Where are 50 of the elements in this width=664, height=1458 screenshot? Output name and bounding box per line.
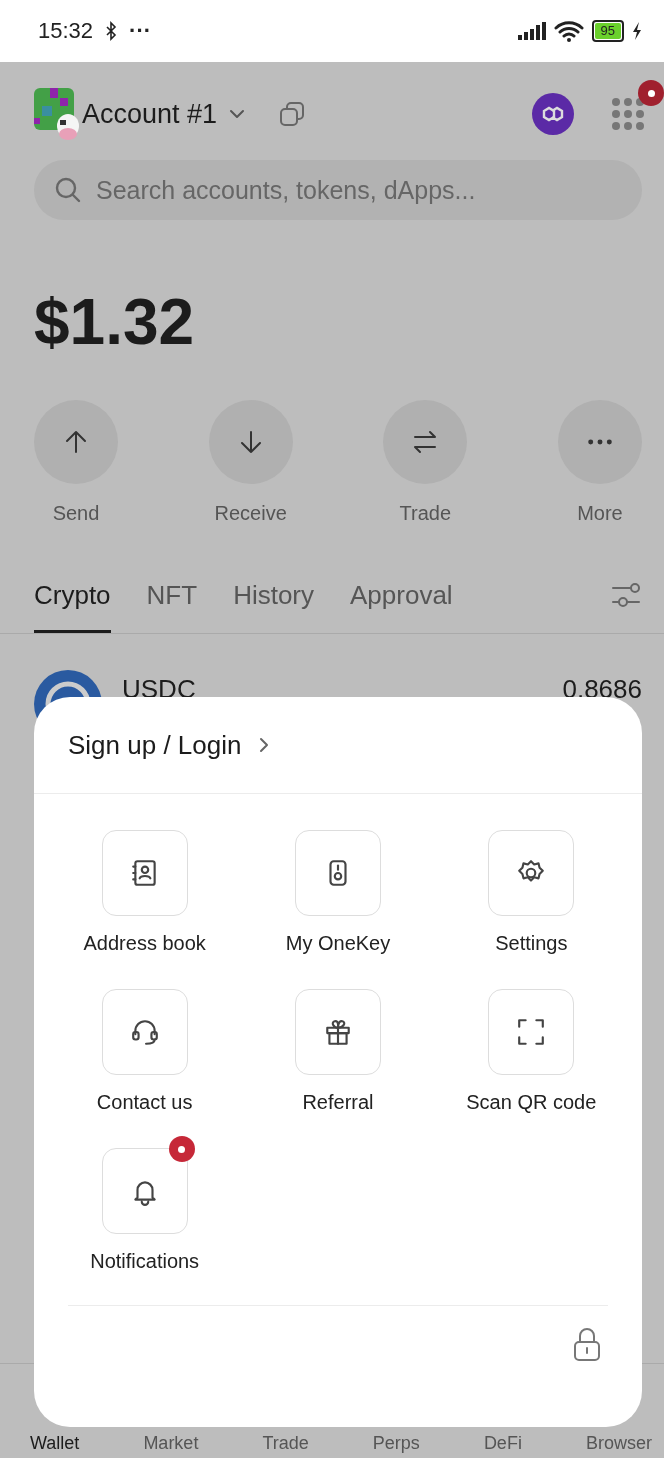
wifi-icon: [553, 20, 584, 42]
account-name[interactable]: Account #1: [82, 98, 218, 130]
menu-tile[interactable]: [295, 989, 381, 1075]
menu-label: Referral: [302, 1091, 374, 1114]
menu-label: My OneKey: [285, 932, 391, 955]
menu-label: Address book: [83, 932, 206, 955]
nav-tab[interactable]: Market: [143, 1433, 199, 1454]
search-field[interactable]: Search accounts, tokens, dApps...: [34, 160, 642, 220]
menu-label: Contact us: [96, 1091, 193, 1114]
balance-amount: $1.32: [34, 285, 196, 360]
menu-label: Scan QR code: [466, 1091, 597, 1114]
tab[interactable]: NFT: [146, 557, 198, 633]
nav-tab[interactable]: DeFi: [483, 1433, 522, 1454]
tab[interactable]: Crypto: [34, 557, 111, 633]
gift-icon: [323, 1017, 353, 1047]
copy-icon[interactable]: [279, 101, 306, 127]
action-label: Receive: [214, 502, 287, 525]
menu-tile[interactable]: [488, 830, 575, 916]
tab[interactable]: Approval: [350, 557, 453, 633]
chevron-down-icon[interactable]: [229, 109, 246, 119]
nav-tab[interactable]: Perps: [372, 1433, 420, 1454]
search-icon: [54, 176, 82, 204]
apps-grid-icon[interactable]: [612, 98, 644, 130]
bluetooth-icon: [105, 21, 118, 41]
tab[interactable]: History: [233, 557, 315, 633]
nav-tab[interactable]: Browser: [585, 1433, 652, 1454]
account-avatar[interactable]: [34, 88, 80, 140]
action-label: Trade: [399, 502, 452, 525]
action-label: More: [577, 502, 623, 525]
charging-icon: [632, 22, 642, 40]
more-indicator: ···: [129, 18, 152, 44]
lock-icon[interactable]: [572, 1326, 602, 1362]
scan-icon: [516, 1017, 547, 1047]
menu-tile[interactable]: [488, 989, 575, 1075]
clock-time: 15:32: [38, 18, 94, 44]
network-icon[interactable]: [532, 93, 574, 135]
action-label: Send: [52, 502, 100, 525]
menu-tile[interactable]: [295, 830, 381, 916]
nav-tab[interactable]: Trade: [262, 1433, 309, 1454]
menu-label: Notifications: [90, 1250, 200, 1273]
menu-tile[interactable]: [101, 989, 188, 1075]
battery-indicator: 95: [591, 20, 624, 42]
chevron-right-icon: [259, 737, 270, 753]
signal-icon: [517, 22, 546, 40]
menu-label: Settings: [495, 932, 568, 955]
headset-icon: [129, 1017, 160, 1047]
menu-tile[interactable]: [101, 1148, 188, 1234]
nav-tab[interactable]: Wallet: [30, 1433, 80, 1454]
more-icon: [587, 439, 612, 445]
menu-tile[interactable]: [101, 830, 188, 916]
